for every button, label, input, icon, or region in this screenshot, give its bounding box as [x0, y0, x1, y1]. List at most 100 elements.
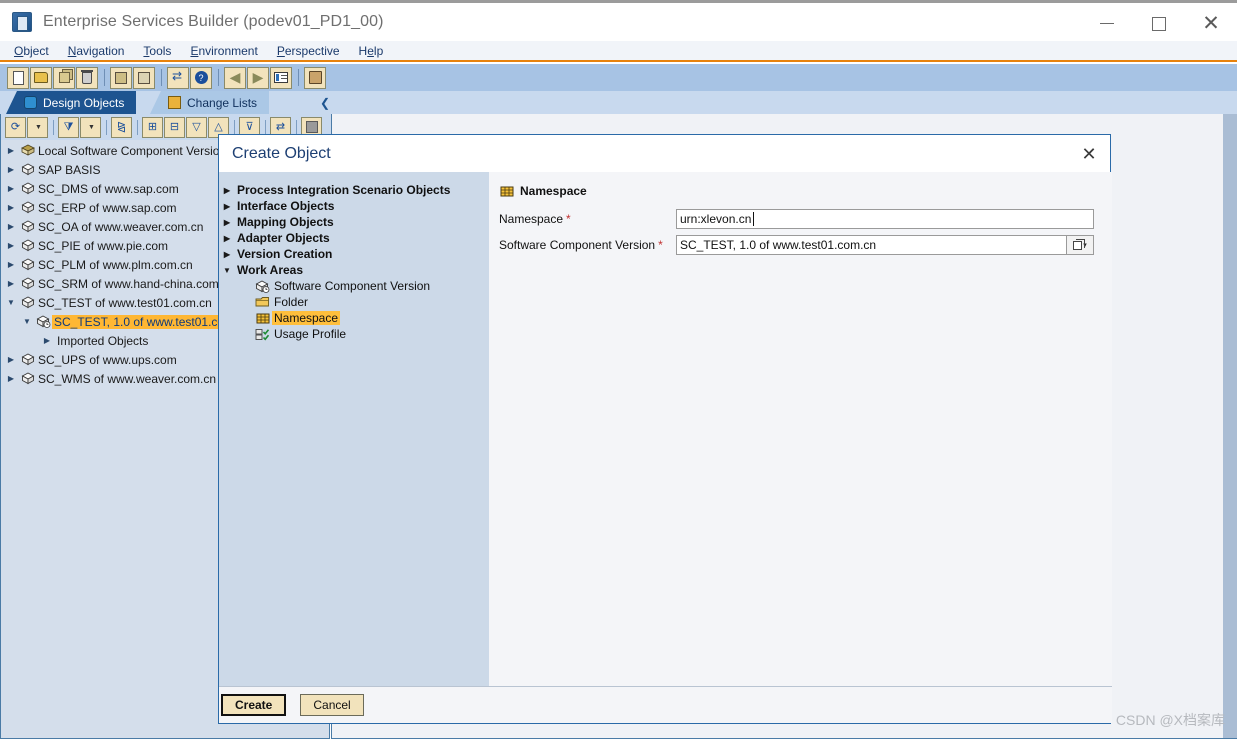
- menu-environment[interactable]: Environment: [190, 44, 257, 58]
- tree-group-mapping-objects[interactable]: ▶ Mapping Objects: [219, 214, 489, 230]
- window-controls: ✕: [1081, 3, 1237, 44]
- title-bar: Enterprise Services Builder (podev01_PD1…: [0, 0, 1237, 41]
- back-icon[interactable]: ◀: [224, 66, 246, 89]
- maximize-button[interactable]: [1133, 3, 1185, 44]
- expand-collapse-icon[interactable]: ▼: [219, 266, 235, 275]
- tab-design-objects-label: Design Objects: [43, 95, 125, 110]
- tree-group-version-creation[interactable]: ▶ Version Creation: [219, 246, 489, 262]
- tree-item-label: Folder: [274, 295, 309, 309]
- check-icon[interactable]: ?: [190, 66, 212, 89]
- expand-collapse-icon[interactable]: ▼: [19, 317, 35, 326]
- expand-collapse-icon[interactable]: ▶: [39, 336, 55, 345]
- expand-collapse-icon[interactable]: ▶: [3, 146, 19, 155]
- namespace-label: Namespace *: [499, 212, 676, 226]
- perspective-icon[interactable]: [304, 66, 326, 89]
- toolbar-separator: [298, 69, 299, 86]
- expand-collapse-icon[interactable]: ▶: [3, 374, 19, 383]
- required-marker: *: [566, 212, 571, 226]
- form-group-header: Namespace: [499, 184, 1112, 198]
- open-icon[interactable]: [30, 66, 52, 89]
- expand-collapse-icon[interactable]: ▶: [3, 203, 19, 212]
- create-button[interactable]: Create: [221, 694, 287, 716]
- tree-item-label: SC_ERP of www.sap.com: [38, 200, 177, 215]
- menu-tools[interactable]: Tools: [143, 44, 171, 58]
- form-group-title: Namespace: [520, 184, 587, 198]
- navigator-separator: [106, 119, 107, 135]
- cube-icon: [19, 296, 36, 309]
- tree-item-label: SAP BASIS: [38, 162, 101, 177]
- navigator-separator: [234, 119, 235, 135]
- sort-ascending-icon[interactable]: ⊟: [164, 116, 185, 138]
- maximize-icon: [1152, 16, 1166, 31]
- expand-collapse-icon[interactable]: ▶: [3, 260, 19, 269]
- tree-item-namespace[interactable]: Namespace: [219, 310, 489, 326]
- expand-collapse-icon[interactable]: ▶: [3, 241, 19, 250]
- tree-item-software-component-version[interactable]: Software Component Version: [219, 278, 489, 294]
- namespace-icon: [253, 312, 272, 325]
- scv-icon: [253, 279, 272, 293]
- expand-collapse-icon[interactable]: ▶: [219, 186, 235, 195]
- close-button[interactable]: ✕: [1185, 3, 1237, 44]
- expand-collapse-icon[interactable]: ▶: [219, 250, 235, 259]
- expand-collapse-icon[interactable]: ▶: [3, 279, 19, 288]
- tree-group-work-areas[interactable]: ▼ Work Areas: [219, 262, 489, 278]
- save-icon[interactable]: [110, 66, 132, 89]
- where-used-icon[interactable]: [167, 66, 189, 89]
- workspace-scrollbar[interactable]: [1223, 114, 1237, 738]
- tree-group-label: Version Creation: [237, 247, 333, 261]
- navigator-separator: [296, 119, 297, 135]
- menu-object[interactable]: OObjectbject: [14, 44, 49, 58]
- change-lists-icon: [168, 96, 181, 109]
- find-icon[interactable]: ⧎: [111, 116, 132, 138]
- software-component-version-input[interactable]: [676, 235, 1066, 255]
- expand-collapse-icon[interactable]: ▶: [219, 218, 235, 227]
- filter-dropdown-icon[interactable]: ▼: [80, 116, 101, 138]
- new-icon[interactable]: [7, 66, 29, 89]
- tree-item-label: SC_UPS of www.ups.com: [38, 352, 177, 367]
- status-bar: [0, 739, 1237, 749]
- dialog-header: Create Object ✕: [219, 135, 1110, 172]
- value-help-icon[interactable]: ▾: [1066, 235, 1094, 255]
- menu-perspective[interactable]: Perspective: [277, 44, 340, 58]
- tree-item-usage-profile[interactable]: Usage Profile: [219, 326, 489, 342]
- tree-item-label: Software Component Version: [274, 279, 431, 293]
- minimize-button[interactable]: [1081, 3, 1133, 44]
- filter-icon[interactable]: ⧩: [58, 116, 79, 138]
- software-component-version-label: Software Component Version *: [499, 238, 676, 252]
- text-cursor: [753, 212, 754, 226]
- tab-design-objects[interactable]: Design Objects: [6, 91, 137, 114]
- properties-icon[interactable]: [270, 66, 292, 89]
- tree-group-interface-objects[interactable]: ▶ Interface Objects: [219, 198, 489, 214]
- forward-icon[interactable]: ▶: [247, 66, 269, 89]
- refresh-icon[interactable]: ⟳: [5, 116, 26, 138]
- menu-navigation[interactable]: Navigation: [68, 44, 125, 58]
- tree-group-adapter-objects[interactable]: ▶ Adapter Objects: [219, 230, 489, 246]
- cube-icon: [19, 372, 36, 385]
- expand-collapse-icon[interactable]: ▶: [219, 234, 235, 243]
- expand-collapse-icon[interactable]: ▶: [3, 165, 19, 174]
- expand-collapse-icon[interactable]: ▶: [3, 222, 19, 231]
- refresh-dropdown-icon[interactable]: ▼: [27, 116, 48, 138]
- cancel-button[interactable]: Cancel: [300, 694, 364, 716]
- tabstrip-overflow-icon[interactable]: ❮: [318, 91, 332, 114]
- tree-group-process-integration-scenario-objects[interactable]: ▶ Process Integration Scenario Objects: [219, 182, 489, 198]
- expand-collapse-icon[interactable]: ▼: [3, 298, 19, 307]
- tab-change-lists[interactable]: Change Lists: [150, 91, 270, 114]
- expand-collapse-icon[interactable]: ▶: [3, 355, 19, 364]
- expand-collapse-icon[interactable]: ▶: [219, 202, 235, 211]
- expand-collapse-icon[interactable]: ▶: [3, 184, 19, 193]
- menu-help[interactable]: Help: [359, 44, 384, 58]
- collapse-all-icon[interactable]: ▽: [186, 116, 207, 138]
- save-all-icon[interactable]: [133, 66, 155, 89]
- delete-icon[interactable]: [76, 66, 98, 89]
- sort-descending-icon[interactable]: ⊞: [142, 116, 163, 138]
- tree-group-label: Mapping Objects: [237, 215, 334, 229]
- tree-item-folder[interactable]: Folder: [219, 294, 489, 310]
- cube-icon: [19, 220, 36, 233]
- local-scv-icon: [19, 144, 36, 157]
- software-component-version-field-wrap: ▾: [676, 235, 1094, 255]
- tree-item-label: Imported Objects: [57, 333, 149, 348]
- namespace-input[interactable]: [676, 209, 1094, 229]
- dialog-close-icon[interactable]: ✕: [1076, 143, 1102, 165]
- copy-icon[interactable]: [53, 66, 75, 89]
